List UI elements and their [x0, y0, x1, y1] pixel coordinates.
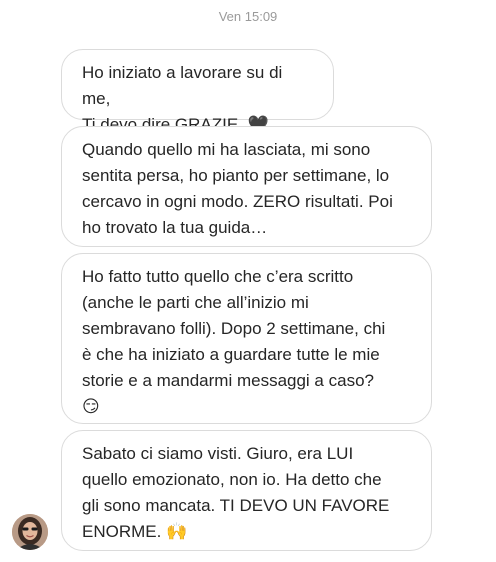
profile-photo-icon [12, 514, 48, 550]
message-bubble[interactable]: Ho iniziato a lavorare su di me, Ti devo… [61, 49, 334, 134]
message-timestamp: Ven 15:09 [218, 9, 278, 24]
message-bubble[interactable]: Quando quello mi ha lasciata, mi sono se… [61, 126, 432, 247]
message-bubble[interactable]: Ho fatto tutto quello che c’era scritto … [61, 253, 432, 424]
sender-avatar[interactable] [12, 514, 48, 550]
message-bubble[interactable]: Sabato ci siamo visti. Giuro, era LUI qu… [61, 430, 432, 551]
